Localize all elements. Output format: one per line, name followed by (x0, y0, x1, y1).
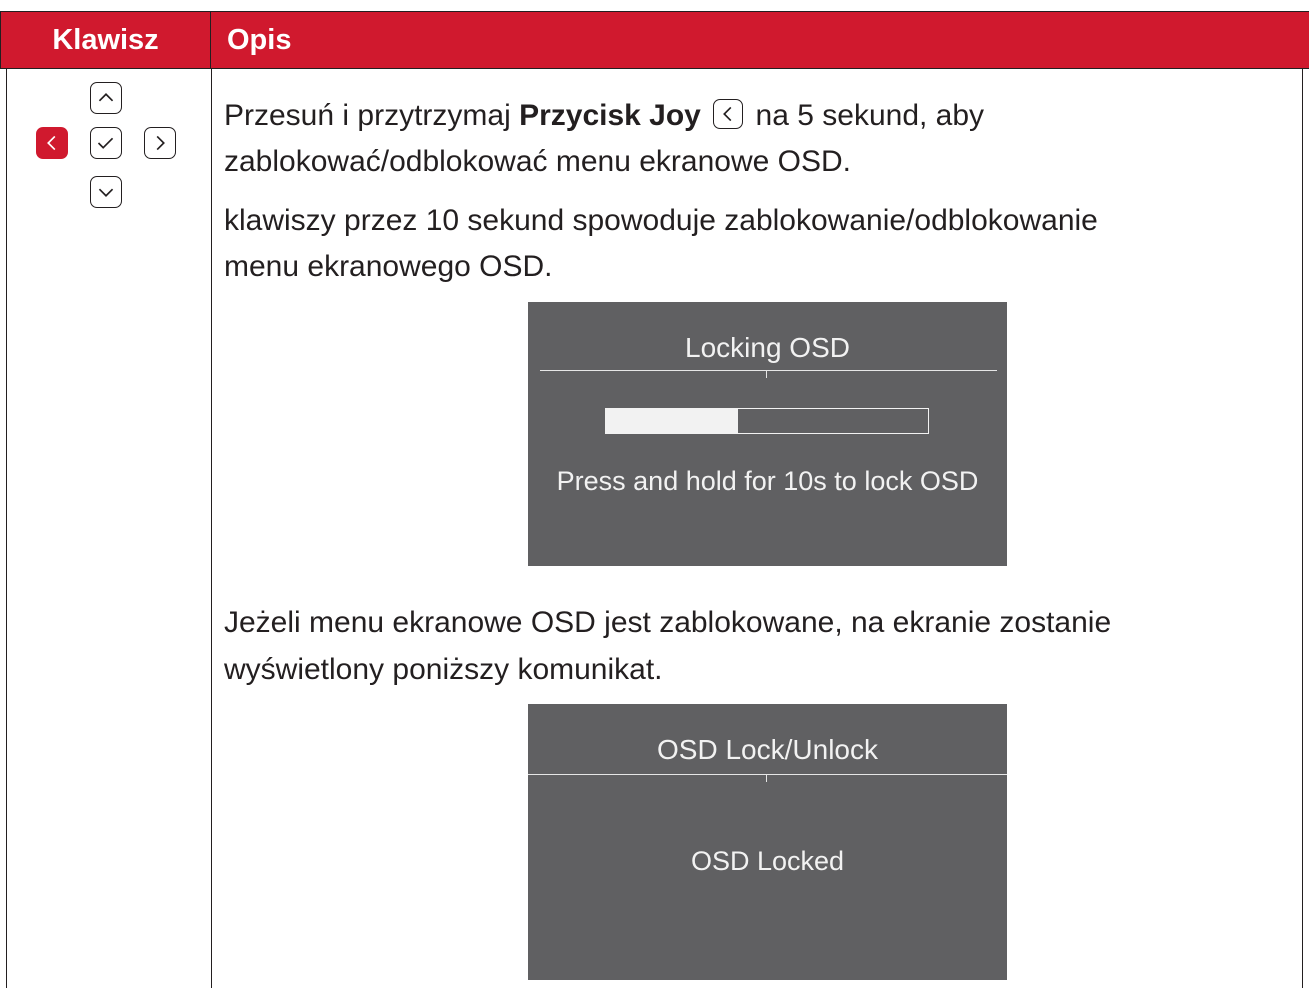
up-chevron-icon (90, 82, 122, 114)
description-line-5: Jeżeli menu ekranowe OSD jest zablokowan… (224, 606, 1112, 639)
table-column-divider (211, 69, 212, 988)
osd-message: Press and hold for 10s to lock OSD (556, 466, 979, 496)
description-line-3: klawiszy przez 10 sekund spowoduje zablo… (224, 204, 1098, 237)
description-line-1: Przesuń i przytrzymaj Przycisk Joy na 5 … (224, 94, 984, 138)
description-line-2: zablokować/odblokować menu ekranowe OSD. (224, 145, 851, 178)
left-chevron-icon (36, 127, 68, 159)
header-description-column: Opis (227, 24, 292, 56)
osd-divider-tick (766, 371, 767, 378)
table-border-right (1302, 69, 1303, 988)
osd-divider (528, 774, 1007, 775)
osd-locking-screen: Locking OSD Press and hold for 10s to lo… (528, 302, 1007, 566)
osd-message: OSD Locked (690, 846, 845, 876)
osd-status-screen: OSD Lock/Unlock OSD Locked (528, 704, 1007, 980)
joy-button-label: Przycisk Joy (519, 99, 701, 132)
left-chevron-icon (713, 99, 744, 129)
check-icon (90, 127, 122, 159)
lock-progress-fill (606, 409, 739, 433)
description-text: na 5 sekund, aby (747, 99, 985, 132)
table-border-left (6, 69, 7, 988)
header-key-column: Klawisz (0, 12, 211, 68)
lock-progress-bar (605, 408, 929, 434)
osd-title: OSD Lock/Unlock (657, 734, 878, 765)
right-chevron-icon (144, 127, 176, 159)
down-chevron-icon (90, 176, 122, 208)
description-text: Przesuń i przytrzymaj (224, 99, 520, 132)
osd-title: Locking OSD (685, 332, 850, 363)
osd-divider (540, 370, 997, 371)
osd-divider-tick (766, 775, 767, 782)
description-line-4: menu ekranowego OSD. (224, 250, 553, 283)
description-line-6: wyświetlony poniższy komunikat. (224, 653, 663, 686)
table-header-row: Klawisz Opis (0, 11, 1309, 69)
